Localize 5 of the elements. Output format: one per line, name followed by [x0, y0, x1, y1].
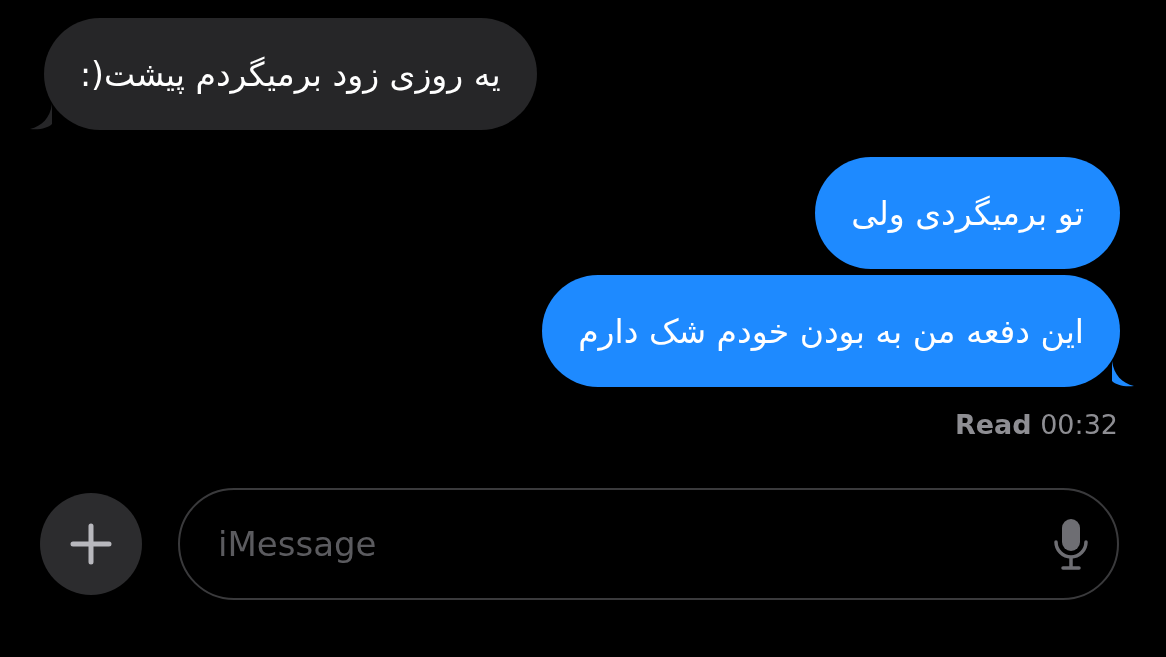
- message-field[interactable]: iMessage: [178, 488, 1119, 600]
- microphone-icon: [1053, 518, 1089, 570]
- plus-icon: [70, 523, 112, 565]
- read-receipt: Read 00:32: [954, 409, 1118, 440]
- message-bubble: تو برمیگردی ولی: [815, 157, 1120, 269]
